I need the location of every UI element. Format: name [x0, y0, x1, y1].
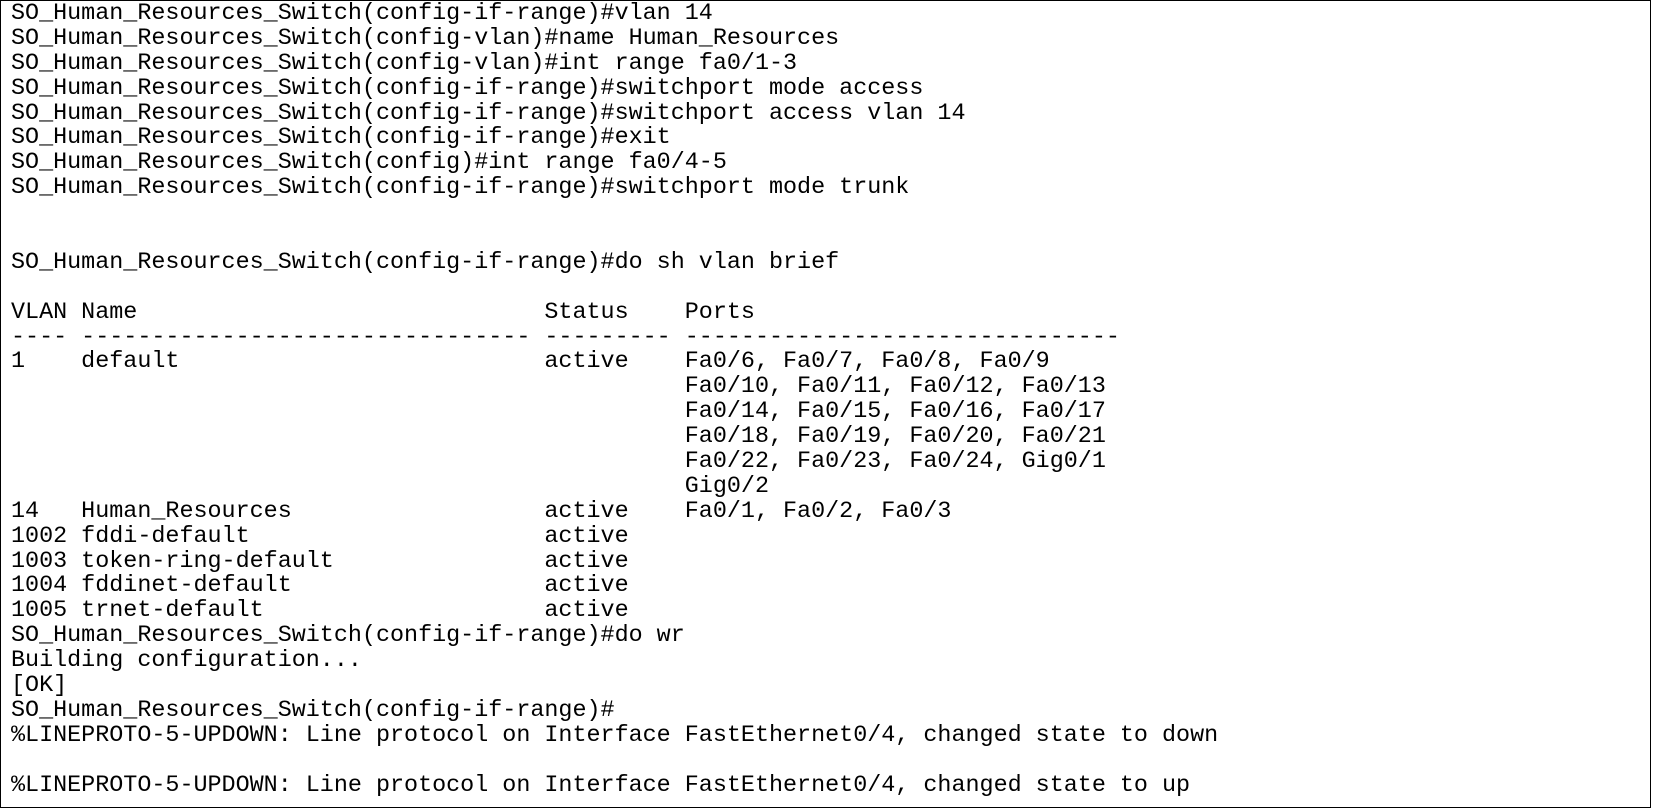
- vlan-table-row: 1005 trnet-default active: [11, 598, 629, 625]
- terminal-prompt-line: SO_Human_Resources_Switch(config-if-rang…: [11, 697, 615, 724]
- terminal-line: SO_Human_Resources_Switch(config-if-rang…: [11, 75, 924, 102]
- terminal-line: SO_Human_Resources_Switch(config-if-rang…: [11, 175, 910, 202]
- terminal-line: SO_Human_Resources_Switch(config-if-rang…: [11, 100, 966, 127]
- vlan-table-row: 14 Human_Resources active Fa0/1, Fa0/2, …: [11, 498, 952, 525]
- terminal-line: SO_Human_Resources_Switch(config)#int ra…: [11, 150, 727, 177]
- terminal-window[interactable]: SO_Human_Resources_Switch(config-if-rang…: [0, 0, 1651, 808]
- vlan-table-separator: ---- -------------------------------- --…: [11, 324, 1120, 351]
- terminal-line: SO_Human_Resources_Switch(config-if-rang…: [11, 623, 685, 650]
- terminal-line: Building configuration...: [11, 648, 362, 675]
- terminal-line: SO_Human_Resources_Switch(config-if-rang…: [11, 125, 671, 152]
- vlan-table-header: VLAN Name Status Ports: [11, 299, 755, 326]
- terminal-line: [OK]: [11, 673, 68, 700]
- vlan-table-row: Fa0/10, Fa0/11, Fa0/12, Fa0/13: [11, 374, 1106, 401]
- vlan-table-row: Fa0/14, Fa0/15, Fa0/16, Fa0/17: [11, 399, 1106, 426]
- vlan-table-row: Fa0/22, Fa0/23, Fa0/24, Gig0/1: [11, 449, 1106, 476]
- vlan-table-row: 1003 token-ring-default active: [11, 548, 629, 575]
- syslog-message: %LINEPROTO-5-UPDOWN: Line protocol on In…: [11, 722, 1219, 749]
- vlan-table-row: Gig0/2: [11, 473, 769, 500]
- terminal-line: SO_Human_Resources_Switch(config-vlan)#i…: [11, 50, 798, 77]
- terminal-line: SO_Human_Resources_Switch(config-if-rang…: [11, 249, 840, 276]
- syslog-message: %LINEPROTO-5-UPDOWN: Line protocol on In…: [11, 772, 1191, 799]
- vlan-table-row: Fa0/18, Fa0/19, Fa0/20, Fa0/21: [11, 424, 1106, 451]
- terminal-line: SO_Human_Resources_Switch(config-vlan)#n…: [11, 25, 840, 52]
- vlan-table-row: 1004 fddinet-default active: [11, 573, 629, 600]
- terminal-output: SO_Human_Resources_Switch(config-if-rang…: [11, 2, 1640, 799]
- vlan-table-row: 1 default active Fa0/6, Fa0/7, Fa0/8, Fa…: [11, 349, 1050, 376]
- vlan-table-row: 1002 fddi-default active: [11, 523, 629, 550]
- terminal-line: SO_Human_Resources_Switch(config-if-rang…: [11, 1, 713, 27]
